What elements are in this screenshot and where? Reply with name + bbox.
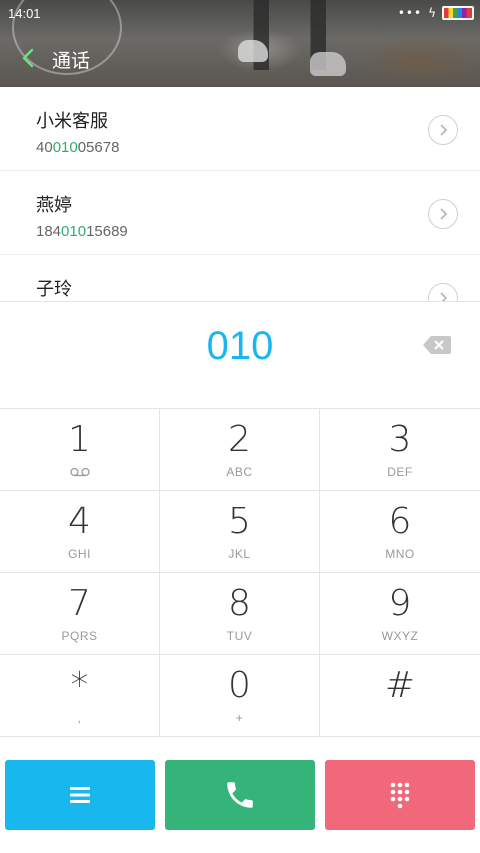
key-2[interactable]: 2 ABC xyxy=(160,409,320,491)
key-digit: 4 xyxy=(68,501,91,542)
contact-suggestions-list: 小米客服 4001005678 燕婷 18401015689 子玲 xyxy=(0,87,480,301)
key-digit: 6 xyxy=(388,501,412,542)
key-digit: * xyxy=(70,665,89,706)
key-digit: 3 xyxy=(388,419,412,460)
key-digit: # xyxy=(384,665,416,706)
dialpad-toggle-button[interactable] xyxy=(325,760,475,830)
contact-name: 子玲 xyxy=(36,279,72,300)
number-match: 010 xyxy=(52,139,78,156)
key-digit: 0 xyxy=(228,665,251,706)
number-suffix: 05678 xyxy=(77,139,120,156)
key-6[interactable]: 6 MNO xyxy=(320,491,480,573)
header: 14:01 ••• ϟ 通话 xyxy=(0,0,480,87)
key-digit: 7 xyxy=(68,583,91,624)
menu-button[interactable] xyxy=(5,760,155,830)
chevron-right-icon xyxy=(440,292,448,301)
battery-icon xyxy=(442,6,474,20)
contact-name: 燕婷 xyxy=(36,195,72,216)
key-star[interactable]: * , xyxy=(0,655,160,737)
dialed-number: 010 xyxy=(206,324,274,368)
contact-number: 4001005678 xyxy=(36,139,480,156)
key-letters: + xyxy=(235,711,244,725)
charging-icon: ϟ xyxy=(428,6,436,20)
back-arrow-icon xyxy=(22,48,34,68)
status-time: 14:01 xyxy=(8,6,41,21)
key-7[interactable]: 7 PQRS xyxy=(0,573,160,655)
dialpad-icon xyxy=(390,782,410,809)
key-digit: 9 xyxy=(388,583,412,624)
signal-dots-icon: ••• xyxy=(397,6,423,20)
backspace-icon xyxy=(423,336,451,354)
number-match: 010 xyxy=(61,223,87,240)
contact-number: 18401015689 xyxy=(36,223,480,240)
key-3[interactable]: 3 DEF xyxy=(320,409,480,491)
key-digit: 8 xyxy=(228,583,251,624)
key-digit: 5 xyxy=(228,501,251,542)
key-letters: ABC xyxy=(226,465,253,479)
key-letters: PQRS xyxy=(61,629,98,643)
page-title: 通话 xyxy=(52,50,91,72)
key-digit: 2 xyxy=(228,419,251,460)
number-prefix: 40 xyxy=(36,139,53,156)
dial-display: 010 xyxy=(0,301,480,409)
key-letters: DEF xyxy=(387,465,413,479)
key-5[interactable]: 5 JKL xyxy=(160,491,320,573)
contact-name: 小米客服 xyxy=(36,111,108,132)
chevron-right-icon xyxy=(440,124,448,136)
key-0[interactable]: 0 + xyxy=(160,655,320,737)
key-letters: TUV xyxy=(226,629,253,643)
contact-detail-button[interactable] xyxy=(428,115,458,145)
key-letters: MNO xyxy=(385,547,415,561)
key-letters: , xyxy=(77,711,82,725)
menu-icon xyxy=(70,787,90,803)
key-8[interactable]: 8 TUV xyxy=(160,573,320,655)
list-item[interactable]: 子玲 xyxy=(0,255,480,301)
key-letters: GHI xyxy=(68,547,91,561)
chevron-right-icon xyxy=(440,208,448,220)
dialpad: 1 2 ABC 3 DEF 4 GHI 5 JKL 6 MNO 7 PQRS 8… xyxy=(0,409,480,739)
list-item[interactable]: 燕婷 18401015689 xyxy=(0,171,480,255)
phone-icon xyxy=(227,782,253,808)
key-4[interactable]: 4 GHI xyxy=(0,491,160,573)
status-icons: ••• ϟ xyxy=(398,6,474,20)
back-button[interactable] xyxy=(14,44,42,72)
background-photo-shoe xyxy=(238,40,268,62)
key-letters: WXYZ xyxy=(381,629,419,643)
background-photo-shoe xyxy=(310,52,346,76)
key-hash[interactable]: # xyxy=(320,655,480,737)
list-item[interactable]: 小米客服 4001005678 xyxy=(0,87,480,171)
key-digit: 1 xyxy=(68,419,91,460)
key-letters: JKL xyxy=(228,547,251,561)
number-suffix: 15689 xyxy=(86,223,128,240)
number-prefix: 184 xyxy=(36,223,62,240)
call-button[interactable] xyxy=(165,760,315,830)
backspace-button[interactable] xyxy=(422,334,452,356)
contact-detail-button[interactable] xyxy=(428,199,458,229)
key-9[interactable]: 9 WXYZ xyxy=(320,573,480,655)
action-bar xyxy=(0,739,480,853)
key-1[interactable]: 1 xyxy=(0,409,160,491)
voicemail-icon xyxy=(70,467,90,477)
